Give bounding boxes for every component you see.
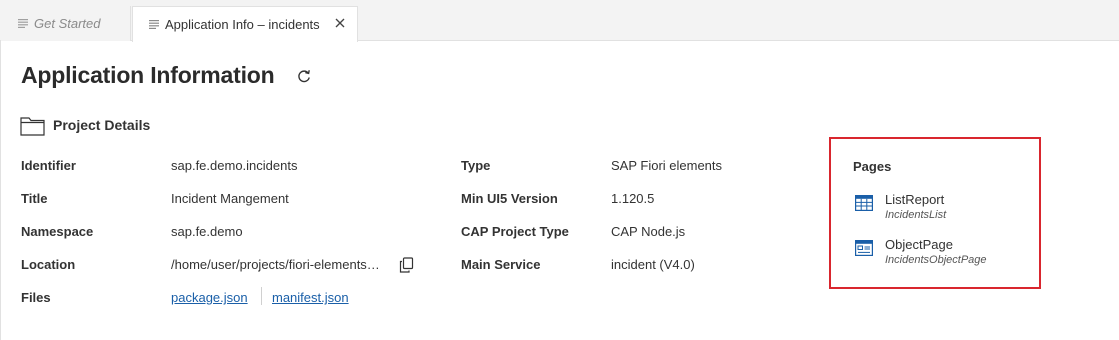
min-ui5-version-label: Min UI5 Version [461, 191, 558, 206]
close-icon[interactable] [333, 16, 347, 30]
main-service-label: Main Service [461, 257, 541, 272]
min-ui5-version-value: 1.120.5 [611, 191, 655, 206]
package-json-link[interactable]: package.json [171, 290, 248, 305]
editor-border [0, 41, 1, 340]
folder-icon [20, 117, 45, 136]
title-label: Title [21, 191, 48, 206]
namespace-value: sap.fe.demo [171, 224, 243, 239]
refresh-icon[interactable] [296, 68, 312, 84]
files-label: Files [21, 290, 51, 305]
title-value: Incident Mangement [171, 191, 289, 206]
lines-icon [18, 19, 28, 28]
cap-project-type-label: CAP Project Type [461, 224, 569, 239]
page-item-objectpage[interactable]: ObjectPage IncidentsObjectPage [855, 237, 1030, 273]
pages-title: Pages [853, 159, 892, 174]
page-name: ObjectPage [885, 237, 953, 252]
page-name: ListReport [885, 192, 945, 207]
page-title: Application Information [21, 62, 275, 88]
lines-icon [149, 20, 159, 29]
identifier-label: Identifier [21, 158, 76, 173]
location-label: Location [21, 257, 76, 272]
copy-icon[interactable] [399, 257, 414, 273]
type-value: SAP Fiori elements [611, 158, 723, 173]
page-subtitle: IncidentsObjectPage [885, 254, 987, 266]
tab-label: Get Started [34, 16, 101, 31]
tab-get-started[interactable]: Get Started [1, 6, 131, 41]
page-subtitle: IncidentsList [885, 209, 947, 221]
identifier-value: sap.fe.demo.incidents [171, 158, 298, 173]
type-label: Type [461, 158, 491, 173]
cap-project-type-value: CAP Node.js [611, 224, 686, 239]
section-title: Project Details [53, 117, 151, 133]
table-icon [855, 195, 873, 211]
tab-label: Application Info – incidents [165, 17, 320, 32]
link-divider [261, 287, 262, 305]
location-value: /home/user/projects/fiori-elements… [171, 257, 380, 272]
main-service-value: incident (V4.0) [611, 257, 695, 272]
page-item-listreport[interactable]: ListReport IncidentsList [855, 192, 1030, 228]
manifest-json-link[interactable]: manifest.json [272, 290, 349, 305]
tab-application-info[interactable]: Application Info – incidents [132, 6, 358, 42]
object-page-icon [855, 240, 873, 256]
namespace-label: Namespace [21, 224, 94, 239]
editor-tab-bar: Get Started Application Info – incidents [0, 0, 1119, 42]
